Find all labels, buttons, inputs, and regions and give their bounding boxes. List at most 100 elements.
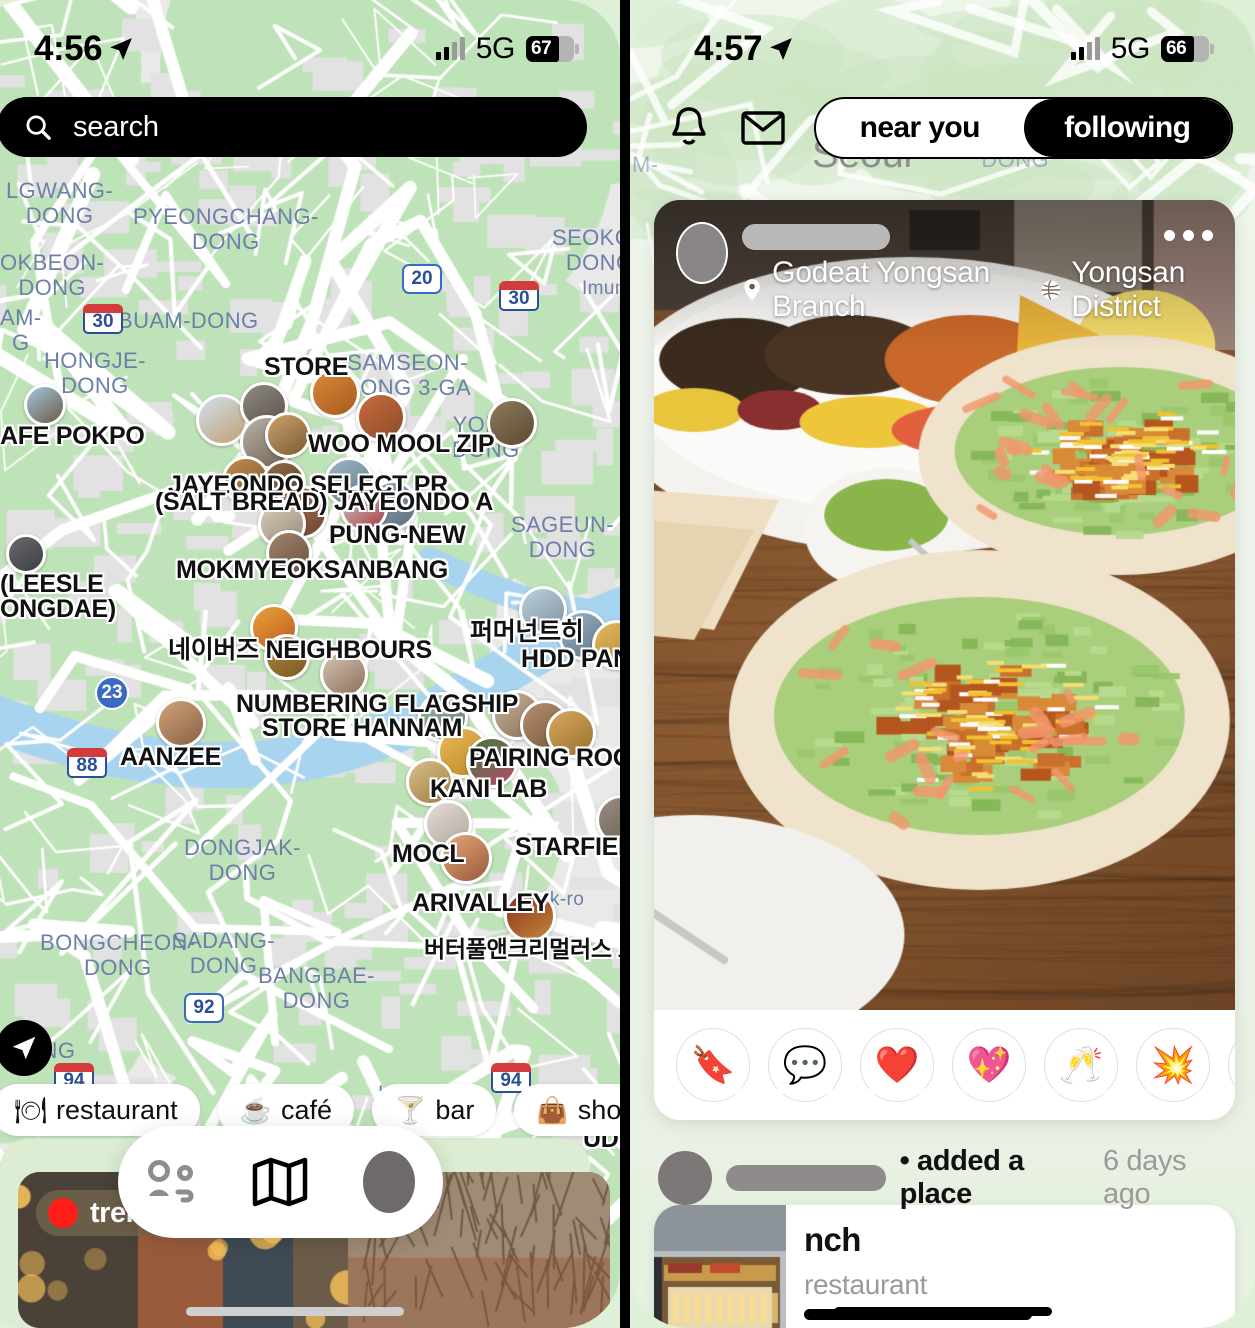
right-screen: BANGSAN DONGM- Seoul 4:57 5G 66 <box>630 0 1255 1328</box>
map-place-label: 네이버즈 NEIGHBOURS <box>168 636 432 664</box>
road-shield-badge: 92 <box>184 993 224 1023</box>
map-place-label: 버터풀앤크리멀러스 도곡점 <box>424 936 620 962</box>
chip-emoji-icon: ☕ <box>239 1094 272 1125</box>
status-time: 4:56 <box>34 29 103 68</box>
map-place-pin[interactable] <box>265 412 311 458</box>
timestamp: 6 days ago <box>1103 1145 1187 1210</box>
place-thumbnail <box>654 1205 786 1328</box>
status-time: 4:57 <box>694 29 763 68</box>
map-tab[interactable] <box>237 1139 323 1225</box>
location-arrow-icon <box>770 38 792 60</box>
username-redacted <box>726 1165 886 1191</box>
chip-label: bar <box>435 1094 475 1125</box>
map-place-pin[interactable] <box>24 384 66 426</box>
avatar[interactable] <box>676 222 728 284</box>
status-right: 5G 67 <box>435 32 579 66</box>
left-screen: LGWANG- DONG PYEONGCHANG- DONG SEOKGY DONG… <box>0 0 620 1328</box>
status-bar-right: 4:57 5G 66 <box>630 22 1255 76</box>
battery-percent: 66 <box>1166 38 1187 59</box>
profile-tab[interactable] <box>346 1139 432 1225</box>
left-phone: LGWANG- DONG PYEONGCHANG- DONG SEOKGY DONG… <box>0 0 620 1328</box>
road-shield-badge: 88 <box>67 748 107 778</box>
map-place-label: ARIVALLEY <box>412 889 550 917</box>
screenshot-root: LGWANG- DONG PYEONGCHANG- DONG SEOKGY DONG… <box>0 0 1255 1328</box>
feed-activity-row: • added a place 6 days ago <box>658 1145 1231 1211</box>
username-redacted <box>742 224 890 250</box>
feed-toolbar: near you following <box>630 97 1255 159</box>
heart-on-fire-icon[interactable]: ❤️‍🔥 <box>1228 1028 1235 1102</box>
road-shield-badge: 20 <box>402 264 442 294</box>
notifications-button[interactable] <box>652 97 726 159</box>
map-place-pin[interactable] <box>487 398 537 448</box>
search-icon <box>26 115 51 140</box>
map-district-label: DONGJAK- DONG <box>184 835 301 886</box>
search-placeholder: search <box>73 110 159 143</box>
map-district-label: SAGEUN- DONG <box>511 512 615 563</box>
map-place-label: PUNG-NEW <box>329 521 466 549</box>
map-place-pin[interactable] <box>6 534 46 574</box>
reaction-bar[interactable]: 🔖💬❤️💖🥂💥❤️‍🔥 <box>654 1010 1235 1120</box>
bell-icon <box>672 107 706 145</box>
map-place-label: AANZEE <box>120 743 221 771</box>
avatar[interactable] <box>658 1151 712 1205</box>
map-icon <box>253 1157 308 1207</box>
friends-tab[interactable] <box>129 1139 215 1225</box>
map-pin-icon <box>744 279 760 301</box>
messages-button[interactable] <box>726 97 800 159</box>
people-icon <box>148 1160 194 1203</box>
battery-icon: 66 <box>1161 36 1214 62</box>
map-place-label: STORE HANNAM <box>262 714 463 742</box>
road-shield-badge: 23 <box>95 676 129 710</box>
globe-icon <box>1041 280 1060 300</box>
map-place-label: 퍼머넌트히 <box>470 618 584 646</box>
map-place-label: (SALT BREAD) JAYEONDO A <box>155 488 494 516</box>
home-indicator-left <box>186 1307 404 1316</box>
district-name: Yongsan District <box>1071 256 1185 323</box>
chip-label: restaurant <box>56 1094 178 1125</box>
status-right: 5G 66 <box>1070 32 1214 66</box>
chip-emoji-icon: 👜 <box>536 1094 569 1125</box>
tab-bar-left[interactable] <box>118 1126 443 1238</box>
feed-filter-segmented-control[interactable]: near you following <box>814 97 1233 159</box>
post-card[interactable]: Godeat Yongsan Branch Yongsan District 🔖… <box>654 200 1235 1120</box>
map-place-label: AFE POKPO <box>0 422 145 450</box>
ellipsis-icon[interactable] <box>1164 230 1213 241</box>
map-place-label: MOKMYEOKSANBANG <box>176 556 448 584</box>
map-district-label: OKBEON- DONG <box>0 250 105 301</box>
status-left: 4:57 <box>694 29 794 69</box>
map-district-label: BUAM-DONG <box>118 308 259 333</box>
map-district-label: Imun-ro <box>582 278 620 299</box>
record-dot-icon <box>48 1198 78 1228</box>
mail-icon <box>741 111 785 145</box>
search-input[interactable]: search <box>0 97 587 157</box>
map-district-label: BANGBAE- DONG <box>258 963 375 1014</box>
chip-emoji-icon: 🍸 <box>394 1094 427 1125</box>
status-left: 4:56 <box>34 29 134 69</box>
chip-label: café <box>280 1094 333 1125</box>
map-place-label: STARFIELD <box>515 833 620 861</box>
post-location-row[interactable]: Godeat Yongsan Branch Yongsan District <box>742 256 1235 324</box>
battery-percent: 67 <box>531 38 552 59</box>
map-place-label: HDD PANDA <box>521 645 620 673</box>
map-place-label: KANI LAB <box>430 775 548 803</box>
chip-label: shop <box>577 1094 620 1125</box>
tab-near-you[interactable]: near you <box>816 99 1024 157</box>
map-place-label: WOO MOOL ZIP <box>308 430 495 458</box>
road-shield-badge: 30 <box>83 304 123 334</box>
battery-icon: 67 <box>526 36 579 62</box>
home-indicator-right <box>833 1307 1052 1316</box>
map-place-label: STORE <box>264 353 349 381</box>
network-label: 5G <box>1110 32 1151 65</box>
avatar-icon <box>362 1151 415 1213</box>
location-arrow-icon <box>110 38 132 60</box>
place-name: Godeat Yongsan Branch <box>772 256 990 323</box>
signal-bars-icon <box>1070 37 1100 60</box>
category-chip-shop[interactable]: 👜 shop <box>514 1084 620 1136</box>
map-place-pin[interactable] <box>156 698 206 748</box>
map-district-label: PYEONGCHANG- DONG <box>133 204 319 255</box>
status-bar-left: 4:56 5G 67 <box>0 22 620 76</box>
tab-following[interactable]: following <box>1023 99 1231 157</box>
signal-bars-icon <box>435 37 465 60</box>
map-place-label: MOCL <box>392 840 465 868</box>
road-shield-badge: 30 <box>499 281 539 311</box>
